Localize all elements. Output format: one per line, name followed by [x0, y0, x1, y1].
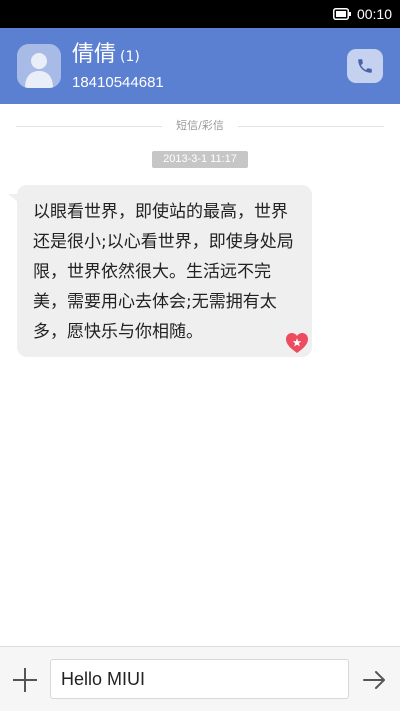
- conversation-header: 倩倩 (1) 18410544681: [0, 28, 400, 104]
- send-button[interactable]: [362, 668, 388, 692]
- plus-icon: [12, 667, 38, 693]
- contact-name: 倩倩: [72, 42, 117, 67]
- message-list[interactable]: 短信/彩信 2013-3-1 11:17 以眼看世界，即使站的最高，世界还是很小…: [0, 104, 400, 646]
- divider-line-right: [238, 126, 384, 127]
- unread-count: (1): [120, 49, 140, 65]
- favorite-star-heart-icon[interactable]: [285, 332, 309, 354]
- phone-icon: [356, 57, 374, 75]
- message-input[interactable]: [50, 659, 349, 699]
- battery-icon: [332, 8, 351, 20]
- contact-avatar[interactable]: [17, 44, 61, 88]
- received-message-bubble[interactable]: 以眼看世界，即使站的最高，世界还是很小;以心看世界，即使身处局限，世界依然很大。…: [17, 185, 312, 357]
- call-button[interactable]: [347, 49, 383, 83]
- status-bar: 00:10: [0, 0, 400, 28]
- status-time: 00:10: [356, 6, 392, 22]
- message-timestamp: 2013-3-1 11:17: [152, 151, 248, 168]
- contact-phone-number: 18410544681: [72, 74, 164, 91]
- add-attachment-button[interactable]: [12, 667, 38, 693]
- avatar-person-icon: [17, 44, 61, 88]
- message-type-divider: 短信/彩信: [16, 118, 384, 134]
- send-arrow-icon: [362, 668, 388, 692]
- message-text: 以眼看世界，即使站的最高，世界还是很小;以心看世界，即使身处局限，世界依然很大。…: [33, 202, 294, 342]
- status-indicators: 00:10: [332, 4, 392, 24]
- compose-bar: [0, 646, 400, 711]
- contact-name-row: 倩倩 (1): [72, 41, 140, 69]
